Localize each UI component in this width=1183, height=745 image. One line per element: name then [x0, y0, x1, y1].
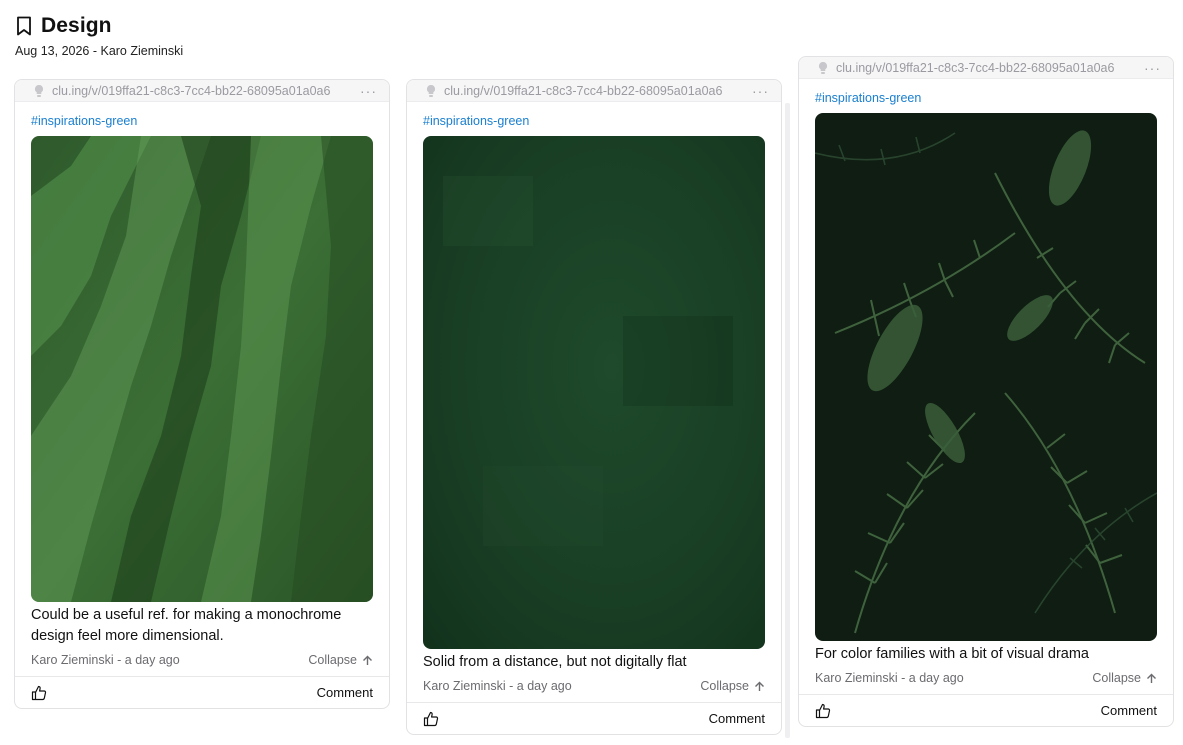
collapse-label: Collapse: [1092, 671, 1141, 685]
more-horizontal-icon[interactable]: ···: [752, 83, 769, 99]
collapse-button[interactable]: Collapse: [700, 679, 765, 693]
lightbulb-icon: [818, 61, 828, 74]
title-row: Design: [15, 14, 183, 38]
card-source-bar: clu.ing/v/019ffa21-c8c3-7cc4-bb22-68095a…: [407, 80, 781, 102]
card-source-bar: clu.ing/v/019ffa21-c8c3-7cc4-bb22-68095a…: [799, 57, 1173, 79]
comment-button[interactable]: Comment: [709, 711, 765, 726]
card-actions: Comment: [799, 694, 1173, 726]
card-source-bar: clu.ing/v/019ffa21-c8c3-7cc4-bb22-68095a…: [15, 80, 389, 102]
card-actions: Comment: [15, 676, 389, 708]
card-byline: Karo Zieminski - a day ago Collapse: [423, 679, 765, 702]
source-link[interactable]: clu.ing/v/019ffa21-c8c3-7cc4-bb22-68095a…: [444, 84, 752, 98]
tag-link[interactable]: #inspirations-green: [31, 114, 373, 128]
card-body: #inspirations-green Solid from a distanc…: [407, 102, 781, 702]
source-link[interactable]: clu.ing/v/019ffa21-c8c3-7cc4-bb22-68095a…: [52, 84, 360, 98]
column-scrollbar[interactable]: [785, 103, 790, 738]
post-card: clu.ing/v/019ffa21-c8c3-7cc4-bb22-68095a…: [798, 56, 1174, 727]
card-image[interactable]: [423, 136, 765, 649]
collapse-label: Collapse: [700, 679, 749, 693]
card-body: #inspirations-green For color families w…: [799, 79, 1173, 694]
more-horizontal-icon[interactable]: ···: [1144, 60, 1161, 76]
tag-link[interactable]: #inspirations-green: [815, 91, 1157, 105]
bookmark-icon: [17, 16, 31, 36]
collapse-button[interactable]: Collapse: [1092, 671, 1157, 685]
card-caption: For color families with a bit of visual …: [815, 646, 1089, 662]
thumbs-up-icon[interactable]: [815, 703, 831, 719]
thumbs-up-icon[interactable]: [423, 711, 439, 727]
lightbulb-icon: [426, 84, 436, 97]
comment-button[interactable]: Comment: [317, 685, 373, 700]
card-actions: Comment: [407, 702, 781, 734]
card-image[interactable]: [31, 136, 373, 602]
post-card: clu.ing/v/019ffa21-c8c3-7cc4-bb22-68095a…: [406, 79, 782, 735]
collapse-label: Collapse: [308, 653, 357, 667]
page-meta: Aug 13, 2026 - Karo Zieminski: [15, 44, 184, 58]
source-link[interactable]: clu.ing/v/019ffa21-c8c3-7cc4-bb22-68095a…: [836, 61, 1144, 75]
more-horizontal-icon[interactable]: ···: [360, 83, 377, 99]
card-caption: Could be a useful ref. for making a mono…: [31, 607, 342, 644]
lightbulb-icon: [34, 84, 44, 97]
card-caption: Solid from a distance, but not digitally…: [423, 654, 687, 670]
author-meta: Karo Zieminski - a day ago: [815, 671, 964, 685]
author-meta: Karo Zieminski - a day ago: [31, 653, 180, 667]
author-meta: Karo Zieminski - a day ago: [423, 679, 572, 693]
collapse-button[interactable]: Collapse: [308, 653, 373, 667]
tag-link[interactable]: #inspirations-green: [423, 114, 765, 128]
card-body: #inspirations-green Could be a useful re…: [15, 102, 389, 676]
comment-button[interactable]: Comment: [1101, 703, 1157, 718]
page-title: Design: [41, 14, 112, 37]
card-byline: Karo Zieminski - a day ago Collapse: [815, 671, 1157, 694]
arrow-up-icon: [363, 655, 372, 665]
page-header: Design Aug 13, 2026 - Karo Zieminski: [15, 14, 183, 58]
arrow-up-icon: [1147, 673, 1156, 683]
thumbs-up-icon[interactable]: [31, 685, 47, 701]
arrow-up-icon: [755, 681, 764, 691]
card-byline: Karo Zieminski - a day ago Collapse: [31, 653, 373, 676]
post-card: clu.ing/v/019ffa21-c8c3-7cc4-bb22-68095a…: [14, 79, 390, 709]
card-image[interactable]: [815, 113, 1157, 641]
